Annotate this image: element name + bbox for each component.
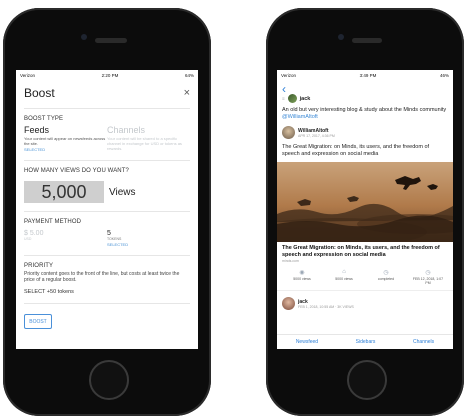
phone-left: Verizon 2:20 PM 64% Boost × BOOST TYPE F… — [3, 8, 211, 416]
priority-description: Priority content goes to the front of th… — [24, 271, 180, 283]
views-label: Views — [109, 186, 136, 198]
carrier-label: Verizon — [281, 72, 297, 78]
priority-section: PRIORITY Priority content goes to the fr… — [16, 256, 198, 295]
comment-meta: FEB 1, 2018, 10:55 AM · 3K VIEWS — [298, 304, 354, 309]
front-camera-icon — [81, 34, 87, 40]
quoted-text: The Great Migration: on Minds, its users… — [282, 144, 430, 157]
bottom-tab-bar: Newsfeed Sidebars Channels — [277, 334, 453, 349]
carrier-label: Verizon — [20, 72, 36, 78]
status-bar: Verizon 2:20 PM 64% — [16, 70, 198, 80]
quoted-date: APR 17, 2017, 4:36 PM — [298, 133, 335, 138]
boost-screen: Verizon 2:20 PM 64% Boost × BOOST TYPE F… — [16, 70, 198, 349]
phone-right: Verizon 3:49 PM 46% ‹ ≡ jack An old but … — [266, 8, 464, 416]
status-time: 2:20 PM — [101, 72, 119, 78]
drag-handle-icon: ≡ — [282, 96, 285, 101]
channels-title: Channels — [107, 125, 146, 135]
tokens-label: TOKENS — [107, 237, 122, 241]
channels-option[interactable]: Channels Your content will be shared to … — [107, 125, 190, 152]
boost-button[interactable]: BOOST — [24, 314, 52, 329]
stat-label: 5000 views — [293, 277, 311, 281]
mention-link[interactable]: @WilliamAltoft — [282, 114, 318, 120]
usd-option[interactable]: $ 5.00 USD — [24, 230, 107, 247]
eye-icon: ◉ — [299, 270, 305, 276]
wildebeest-migration-image — [277, 162, 453, 242]
boost-type-heading: BOOST TYPE — [24, 116, 64, 122]
feeds-option[interactable]: Feeds Your content will appear on newsfe… — [24, 125, 107, 152]
page-title: Boost — [24, 86, 55, 100]
boost-stats-row: ◉ 5000 views ⌂ 5000 views ◷ completed ◷ … — [277, 269, 453, 285]
home-button[interactable] — [347, 360, 387, 400]
usd-label: USD — [24, 237, 32, 241]
nav-bar: ‹ — [277, 80, 453, 95]
channels-description: Your content will be shared to a specifi… — [107, 136, 182, 151]
stat-label: 5000 views — [335, 277, 353, 281]
views-heading: HOW MANY VIEWS DO YOU WANT? — [24, 168, 129, 174]
post-text: An old but very interesting blog & study… — [282, 107, 447, 113]
tokens-option[interactable]: 5 TOKENS SELECTED — [107, 230, 190, 247]
clock-icon: ◷ — [383, 270, 389, 276]
link-card-domain: minds.com — [282, 259, 299, 263]
feeds-title: Feeds — [24, 125, 50, 135]
feeds-selected-badge: SELECTED — [24, 147, 46, 152]
comment-avatar[interactable] — [282, 297, 295, 310]
boost-header: Boost × — [16, 80, 198, 100]
stat-item: ◷ completed — [369, 269, 403, 285]
stat-item: ◉ 5000 views — [285, 269, 319, 285]
home-button[interactable] — [89, 360, 129, 400]
stat-label: FEB 12, 2018, 1:07 PM — [412, 277, 444, 285]
views-section: HOW MANY VIEWS DO YOU WANT? 5,000 Views — [16, 161, 198, 203]
battery-label: 46% — [439, 72, 449, 78]
author-name[interactable]: jack — [300, 96, 311, 102]
priority-select-toggle[interactable]: SELECT +50 tokens — [24, 289, 190, 295]
boost-type-section: BOOST TYPE Feeds Your content will appea… — [16, 109, 198, 152]
migration-photo[interactable] — [277, 162, 453, 242]
back-chevron-icon[interactable]: ‹ — [282, 82, 286, 96]
stat-item: ◷ FEB 12, 2018, 1:07 PM — [411, 269, 445, 285]
post-author-row: ≡ jack — [277, 92, 453, 103]
status-time: 3:49 PM — [359, 72, 377, 78]
stat-label: completed — [377, 277, 395, 281]
tab-newsfeed[interactable]: Newsfeed — [296, 339, 318, 345]
divider — [24, 303, 190, 304]
front-camera-icon — [338, 34, 344, 40]
close-icon[interactable]: × — [184, 87, 190, 99]
tab-channels[interactable]: Channels — [413, 339, 434, 345]
quoted-author-row: WilliamAltoft APR 17, 2017, 4:36 PM — [277, 121, 453, 139]
clock-icon: ◷ — [425, 270, 431, 276]
tokens-amount: 5 — [107, 230, 111, 237]
author-avatar[interactable] — [287, 94, 297, 103]
battery-label: 64% — [184, 72, 194, 78]
post-screen: Verizon 3:49 PM 46% ‹ ≡ jack An old but … — [277, 70, 453, 349]
payment-heading: PAYMENT METHOD — [24, 219, 82, 225]
tab-sidebars[interactable]: Sidebars — [356, 339, 376, 345]
feeds-description: Your content will appear on newsfeeds ac… — [24, 136, 106, 146]
priority-heading: PRIORITY — [24, 263, 54, 269]
quoted-avatar[interactable] — [282, 126, 295, 139]
bank-icon: ⌂ — [342, 269, 346, 275]
views-input[interactable]: 5,000 — [24, 181, 104, 203]
comment-row: jack FEB 1, 2018, 10:55 AM · 3K VIEWS — [277, 290, 453, 310]
status-bar: Verizon 3:49 PM 46% — [277, 70, 453, 80]
speaker-grille — [95, 38, 127, 43]
link-card-title[interactable]: The Great Migration: on Minds, its users… — [277, 242, 453, 258]
speaker-grille — [352, 38, 382, 43]
payment-section: PAYMENT METHOD $ 5.00 USD 5 TOKENS SELEC… — [16, 212, 198, 247]
usd-amount: $ 5.00 — [24, 230, 44, 237]
tokens-selected-badge: SELECTED — [107, 242, 129, 247]
stat-item: ⌂ 5000 views — [327, 269, 361, 285]
post-body: An old but very interesting blog & study… — [277, 107, 453, 121]
